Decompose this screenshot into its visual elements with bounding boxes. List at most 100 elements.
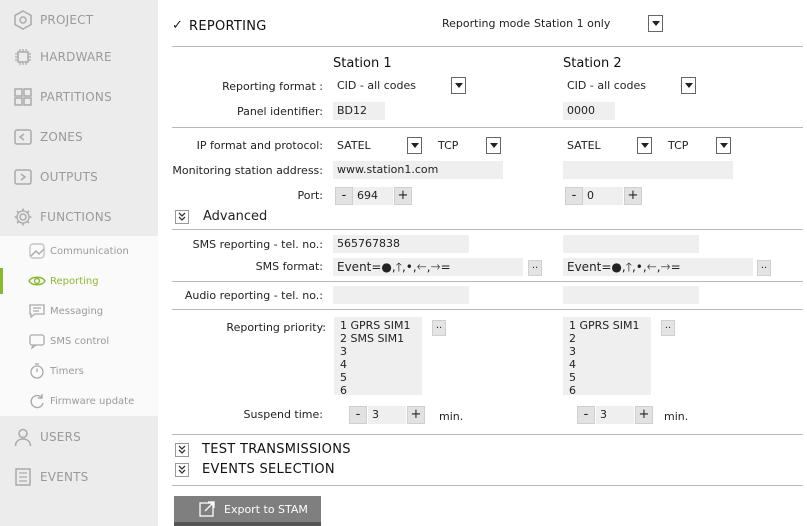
sidebar-subitem-communication[interactable]: Communication bbox=[0, 236, 158, 266]
sidebar-item-label: ZONES bbox=[40, 130, 83, 144]
station2-suspend-input[interactable]: 3 bbox=[596, 406, 634, 424]
station2-priority-list[interactable]: 1 GPRS SIM1 2 3 4 5 6 bbox=[563, 317, 651, 397]
station1-protocol-select[interactable]: TCP bbox=[434, 137, 486, 155]
station1-sms-format-input[interactable]: Event=●,🡑,•,🡐,🡒= bbox=[333, 258, 523, 276]
test-transmissions-toggle[interactable] bbox=[175, 443, 189, 457]
sidebar-subitem-firmware-update[interactable]: Firmware update bbox=[0, 386, 158, 416]
station2-format-select[interactable]: CID - all codes bbox=[563, 77, 683, 95]
station1-audio-tel-input[interactable] bbox=[333, 286, 469, 304]
station1-address-input[interactable]: www.station1.com bbox=[333, 161, 503, 179]
station2-port-input[interactable]: 0 bbox=[583, 187, 623, 205]
list-item[interactable]: 5 bbox=[340, 371, 416, 384]
export-to-stam-button[interactable]: Export to STAM bbox=[174, 496, 321, 526]
sidebar-item-functions[interactable]: FUNCTIONS bbox=[0, 197, 158, 237]
station1-ip-format-dropdown[interactable] bbox=[407, 137, 422, 154]
station1-port-increment-button[interactable]: + bbox=[394, 187, 412, 205]
station1-suspend-input[interactable]: 3 bbox=[368, 406, 406, 424]
station1-panel-id-input[interactable]: BD12 bbox=[333, 102, 385, 120]
audio-tel-label: Audio reporting - tel. no.: bbox=[184, 289, 323, 302]
test-transmissions-title[interactable]: TEST TRANSMISSIONS bbox=[202, 442, 351, 457]
station2-header: Station 2 bbox=[563, 56, 622, 71]
events-selection-title[interactable]: EVENTS SELECTION bbox=[202, 462, 335, 477]
sidebar-item-label: FUNCTIONS bbox=[40, 210, 112, 224]
refresh-icon bbox=[27, 391, 47, 411]
list-item[interactable]: 3 bbox=[340, 345, 416, 358]
station2-port-increment-button[interactable]: + bbox=[624, 187, 642, 205]
sidebar-subitem-label: Reporting bbox=[50, 275, 99, 287]
list-item[interactable]: 2 SMS SIM1 bbox=[340, 332, 416, 345]
list-item[interactable]: 6 bbox=[340, 384, 416, 397]
sidebar-subitem-sms-control[interactable]: SMS control bbox=[0, 326, 158, 356]
sidebar-item-partitions[interactable]: PARTITIONS bbox=[0, 77, 158, 117]
station2-sms-format-button[interactable]: .. bbox=[757, 260, 771, 276]
monitoring-address-label: Monitoring station address: bbox=[172, 164, 323, 177]
sidebar-subitem-timers[interactable]: Timers bbox=[0, 356, 158, 386]
station2-format-dropdown[interactable] bbox=[681, 77, 696, 94]
station1-port-input[interactable]: 694 bbox=[353, 187, 393, 205]
station2-panel-id-input[interactable]: 0000 bbox=[563, 102, 615, 120]
ip-format-label: IP format and protocol: bbox=[196, 139, 323, 152]
station1-port-decrement-button[interactable]: - bbox=[335, 187, 353, 205]
timer-icon bbox=[27, 361, 47, 381]
station2-address-input[interactable] bbox=[563, 161, 733, 179]
sidebar-item-project[interactable]: PROJECT bbox=[0, 0, 158, 40]
list-item[interactable]: 5 bbox=[569, 371, 645, 384]
sidebar: PROJECT HARDWARE PARTITIONS ZONES OUTPUT… bbox=[0, 0, 158, 526]
sidebar-subitem-messaging[interactable]: Messaging bbox=[0, 296, 158, 326]
station2-audio-tel-input[interactable] bbox=[563, 286, 699, 304]
station1-suspend-decrement-button[interactable]: - bbox=[349, 406, 367, 424]
list-item[interactable]: 1 GPRS SIM1 bbox=[340, 319, 416, 332]
panel-identifier-label: Panel identifier: bbox=[236, 105, 323, 118]
reporting-checkbox[interactable]: ✓ bbox=[172, 18, 183, 33]
station1-sms-format-button[interactable]: .. bbox=[528, 260, 542, 276]
sidebar-subitem-reporting[interactable]: Reporting bbox=[0, 266, 158, 296]
station2-sms-format-input[interactable]: Event=●,🡑,•,🡐,🡒= bbox=[563, 258, 753, 276]
outputs-icon bbox=[12, 166, 34, 188]
station1-sms-tel-input[interactable]: 565767838 bbox=[333, 235, 469, 253]
communication-icon bbox=[27, 241, 47, 261]
station2-port-decrement-button[interactable]: - bbox=[565, 187, 583, 205]
message-icon bbox=[27, 301, 47, 321]
divider bbox=[172, 127, 803, 128]
station2-ip-format-select[interactable]: SATEL bbox=[563, 137, 637, 155]
station1-priority-list[interactable]: 1 GPRS SIM1 2 SMS SIM1 3 4 5 6 bbox=[334, 317, 422, 397]
station1-format-select[interactable]: CID - all codes bbox=[333, 77, 453, 95]
station2-suspend-decrement-button[interactable]: - bbox=[577, 406, 595, 424]
list-item[interactable]: 3 bbox=[569, 345, 645, 358]
sidebar-item-hardware[interactable]: HARDWARE bbox=[0, 37, 158, 77]
sidebar-subitem-label: SMS control bbox=[50, 335, 110, 347]
list-item[interactable]: 1 GPRS SIM1 bbox=[569, 319, 645, 332]
station2-suspend-increment-button[interactable]: + bbox=[635, 406, 653, 424]
events-selection-toggle[interactable] bbox=[175, 463, 189, 477]
station1-priority-button[interactable]: .. bbox=[432, 320, 446, 336]
list-item[interactable]: 4 bbox=[340, 358, 416, 371]
station1-ip-format-select[interactable]: SATEL bbox=[333, 137, 407, 155]
sidebar-item-outputs[interactable]: OUTPUTS bbox=[0, 157, 158, 197]
port-label: Port: bbox=[297, 189, 323, 202]
sidebar-item-label: PARTITIONS bbox=[40, 90, 112, 104]
station2-priority-button[interactable]: .. bbox=[661, 320, 675, 336]
station2-ip-format-dropdown[interactable] bbox=[637, 137, 652, 154]
double-chevron-down-icon bbox=[178, 212, 186, 221]
zones-icon bbox=[12, 126, 34, 148]
sidebar-subitem-label: Firmware update bbox=[50, 395, 135, 407]
list-item[interactable]: 6 bbox=[569, 384, 645, 397]
divider bbox=[172, 46, 803, 47]
station2-protocol-dropdown[interactable] bbox=[716, 137, 731, 154]
sidebar-item-label: OUTPUTS bbox=[40, 170, 98, 184]
advanced-toggle[interactable] bbox=[175, 210, 189, 224]
station1-suspend-increment-button[interactable]: + bbox=[407, 406, 425, 424]
gear-icon bbox=[12, 206, 34, 228]
station1-protocol-dropdown[interactable] bbox=[486, 137, 501, 154]
reporting-mode-select[interactable]: Station 1 only bbox=[530, 15, 658, 33]
station2-sms-tel-input[interactable] bbox=[563, 235, 699, 253]
sidebar-item-users[interactable]: USERS bbox=[0, 417, 158, 457]
station2-protocol-select[interactable]: TCP bbox=[664, 137, 716, 155]
list-item[interactable]: 2 bbox=[569, 332, 645, 345]
sidebar-item-zones[interactable]: ZONES bbox=[0, 117, 158, 157]
reporting-mode-dropdown[interactable] bbox=[648, 15, 663, 32]
sidebar-item-events[interactable]: EVENTS bbox=[0, 457, 158, 497]
export-icon bbox=[199, 501, 215, 517]
station1-format-dropdown[interactable] bbox=[451, 77, 466, 94]
list-item[interactable]: 4 bbox=[569, 358, 645, 371]
